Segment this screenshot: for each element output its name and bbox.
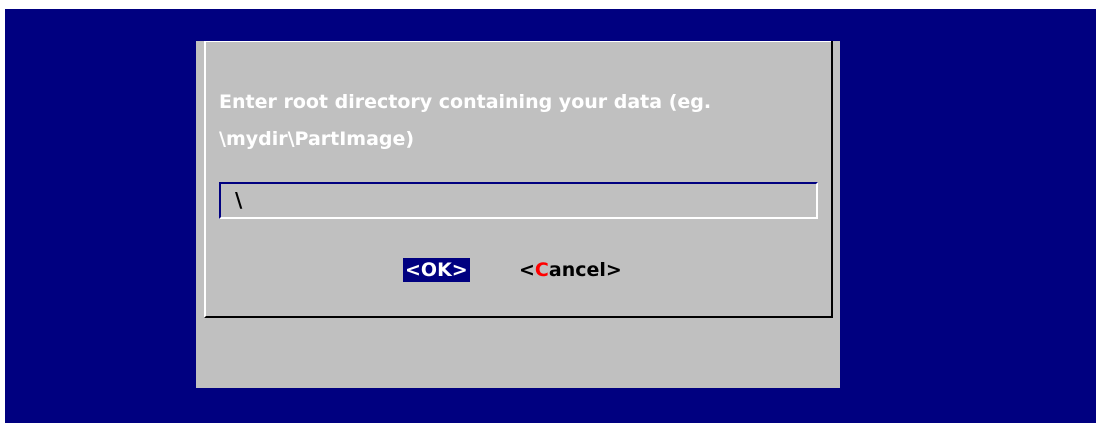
dialog-prompt: Enter root directory containing your dat… [219, 91, 712, 150]
root-directory-input[interactable]: \ [219, 182, 818, 219]
cancel-label-rest: ancel> [548, 259, 622, 281]
ok-button[interactable]: <OK> [403, 258, 470, 282]
cancel-open-bracket: < [519, 259, 535, 281]
cancel-hotkey-letter: C [534, 259, 549, 281]
dialog-top-border [204, 41, 831, 42]
cancel-button[interactable]: <Cancel> [519, 258, 622, 282]
